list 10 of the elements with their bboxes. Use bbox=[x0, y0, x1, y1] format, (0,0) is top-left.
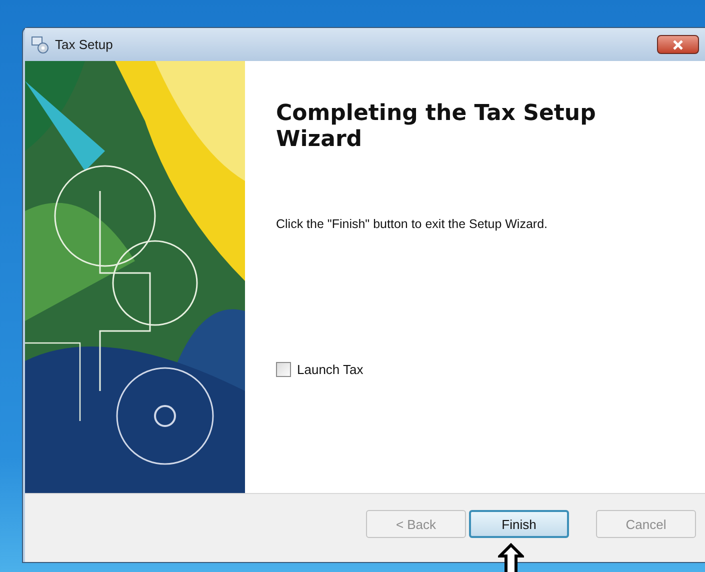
wizard-button[interactable]: Finish bbox=[469, 510, 569, 538]
launch-checkbox[interactable] bbox=[276, 362, 291, 377]
wizard-heading: Completing the Tax Setup Wizard bbox=[276, 101, 597, 153]
finish-message: Click the "Finish" button to exit the Setup Wizard. bbox=[276, 217, 548, 231]
checkbox-label[interactable]: Launch Tax bbox=[297, 362, 364, 377]
window-title: Tax Setup bbox=[55, 37, 113, 52]
arrow-icon bbox=[498, 543, 524, 572]
close-button[interactable] bbox=[657, 35, 699, 54]
close-icon bbox=[672, 40, 684, 50]
setup-icon bbox=[31, 36, 49, 54]
